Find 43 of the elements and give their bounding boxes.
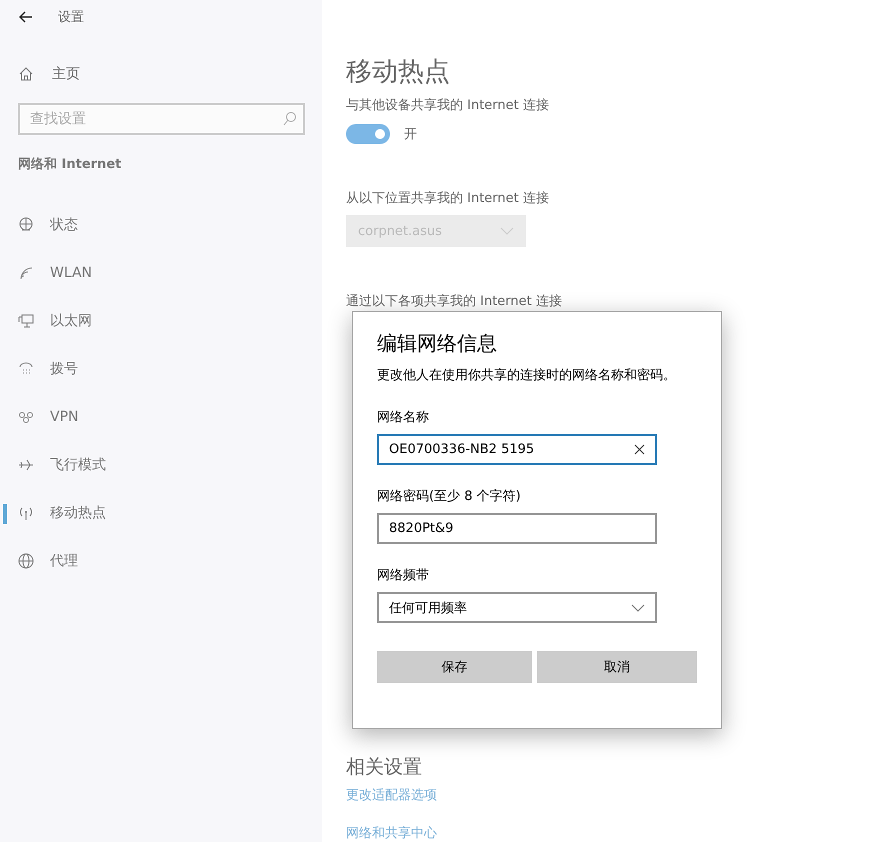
field-label: 网络频带 [377,567,430,584]
vpn-icon [18,409,34,425]
airplane-icon [18,457,34,473]
field-label: 网络名称 [377,409,430,426]
chevron-down-icon [631,604,645,612]
antenna-icon [18,505,34,521]
sidebar-item[interactable]: 状态 [0,201,322,249]
globe-icon [18,553,34,569]
settings-link[interactable]: 网络和共享中心 [346,824,437,842]
input-field[interactable]: OE0700336-NB2 5195 [377,434,657,465]
band-dropdown[interactable]: 任何可用频率 [377,592,657,623]
sidebar-item[interactable]: WLAN [0,249,322,297]
settings-link[interactable]: 更改适配器选项 [346,786,437,804]
toggle-switch[interactable] [346,124,390,144]
search-field[interactable]: 查找设置 [18,103,305,135]
sidebar-item[interactable]: 代理 [0,537,322,585]
page-title: 移动热点 [346,56,451,89]
toggle-state-label: 开 [404,126,417,143]
via-label: 通过以下各项共享我的 Internet 连接 [346,293,563,311]
section-heading: 网络和 Internet [18,156,122,174]
dialog-description: 更改他人在使用你共享的连接时的网络名称和密码。 [377,367,677,385]
chevron-down-icon [500,227,514,235]
dialog-title: 编辑网络信息 [377,330,498,357]
home-link[interactable]: 主页 [18,57,322,91]
search-icon [282,111,296,126]
dialog-button[interactable]: 保存 [377,651,532,683]
sidebar-item[interactable]: VPN [0,393,322,441]
sidebar-item[interactable]: 拨号 [0,345,322,393]
sidebar-item[interactable]: 以太网 [0,297,322,345]
wifi-icon [18,265,34,281]
ethernet-icon [18,313,34,329]
dialog-button[interactable]: 取消 [537,651,697,683]
sidebar-item[interactable]: 飞行模式 [0,441,322,489]
share-label: 与其他设备共享我的 Internet 连接 [346,97,550,115]
field-label: 网络密码(至少 8 个字符) [377,488,522,505]
back-arrow-icon [18,10,34,24]
sidebar-item[interactable]: 移动热点 [0,489,322,537]
clear-icon [634,444,645,455]
section-heading: 相关设置 [346,755,423,780]
input-field[interactable]: 8820Pt&9 [377,513,657,544]
source-label: 从以下位置共享我的 Internet 连接 [346,190,550,208]
home-icon [18,66,34,82]
window-title: 设置 [58,9,84,26]
